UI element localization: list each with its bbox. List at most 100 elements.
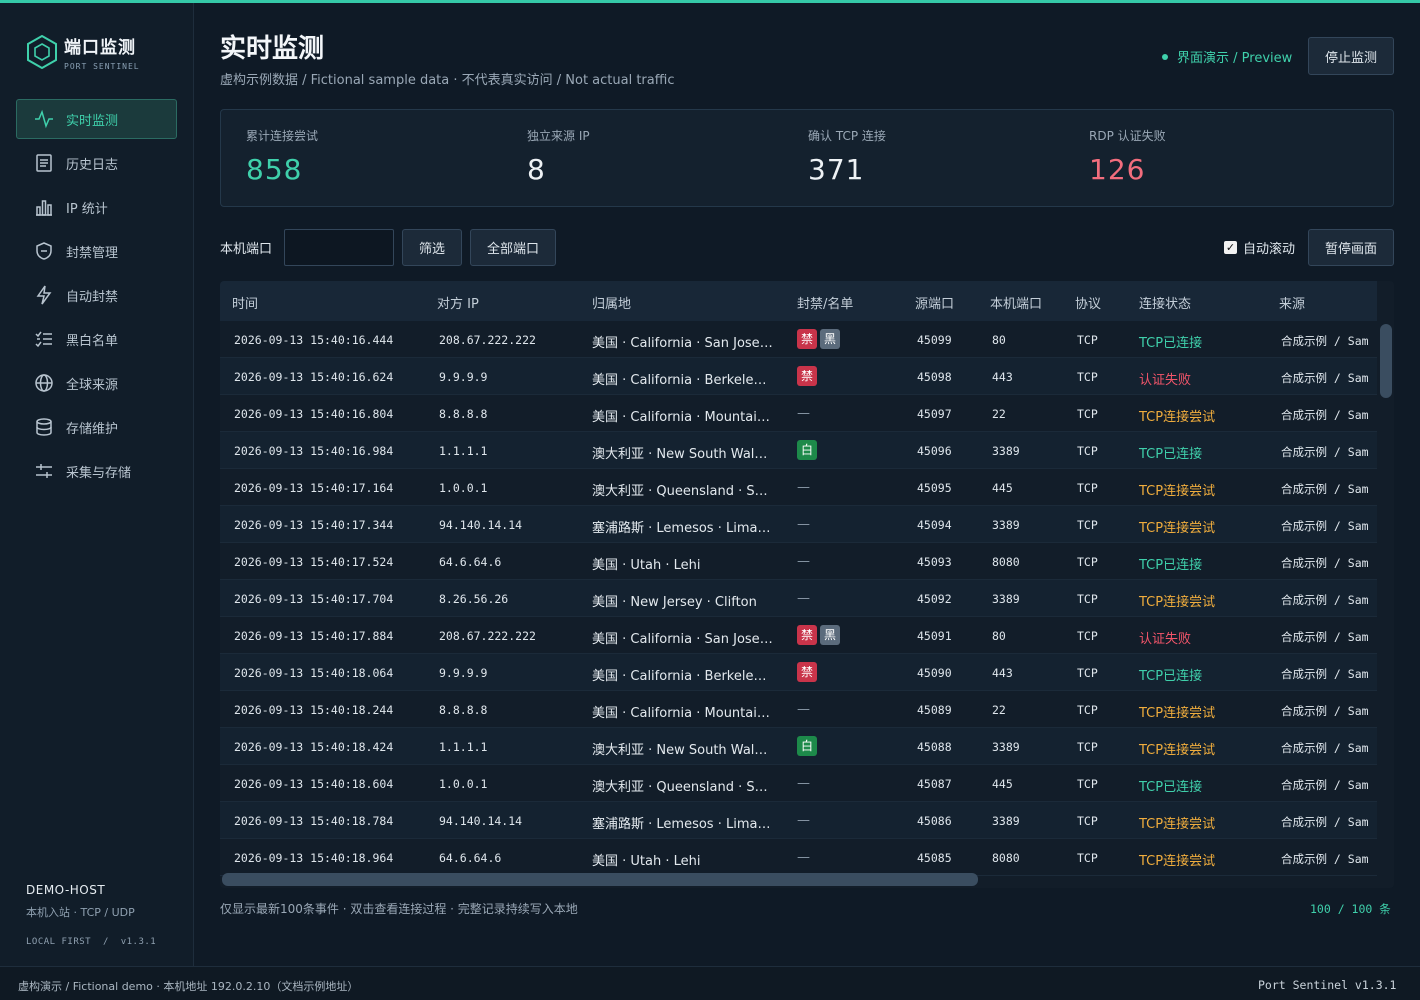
sidebar: 端口监测 PORT SENTINEL 实时监测 历史日志 IP 统计 封禁管理 … <box>0 3 194 966</box>
cell-ip: 1.0.0.1 <box>439 777 488 791</box>
cell-ip: 64.6.64.6 <box>439 555 502 569</box>
cell-time: 2026-09-13 15:40:16.984 <box>234 444 394 458</box>
column-header-location[interactable]: 归属地 <box>592 293 631 312</box>
cell-location: 澳大利亚 · New South Wale... <box>592 447 774 462</box>
sidebar-item-auto-ban[interactable]: 自动封禁 <box>16 275 177 315</box>
events-table: 时间 对方 IP 归属地 封禁/名单 源端口 本机端口 协议 连接状态 来源 2… <box>220 281 1394 888</box>
all-ports-button[interactable]: 全部端口 <box>470 229 556 266</box>
column-header-tags[interactable]: 封禁/名单 <box>797 293 853 312</box>
table-row[interactable]: 2026-09-13 15:40:16.804 8.8.8.8 美国 · Calif… <box>220 395 1377 432</box>
cell-status: TCP连接尝试 <box>1139 484 1216 499</box>
table-row[interactable]: 2026-09-13 15:40:18.784 94.140.14.14 塞浦路斯 … <box>220 802 1377 839</box>
sidebar-item-label: 存储维护 <box>66 421 119 437</box>
horizontal-scrollbar-thumb[interactable] <box>222 873 978 886</box>
cell-status: 认证失败 <box>1139 373 1192 388</box>
app-name: 端口监测 <box>64 38 136 58</box>
stat-value: 371 <box>808 153 865 186</box>
cell-ip: 1.1.1.1 <box>439 444 488 458</box>
cell-status: TCP连接尝试 <box>1139 706 1216 721</box>
table-row[interactable]: 2026-09-13 15:40:18.244 8.8.8.8 美国 · Calif… <box>220 691 1377 728</box>
table-row[interactable]: 2026-09-13 15:40:16.984 1.1.1.1 澳大利亚 · New… <box>220 432 1377 469</box>
host-name: DEMO-HOST <box>26 883 106 897</box>
table-row[interactable]: 2026-09-13 15:40:17.704 8.26.56.26 美国 · Ne… <box>220 580 1377 617</box>
cell-source: 合成示例 / Sam <box>1281 445 1369 459</box>
cell-time: 2026-09-13 15:40:16.444 <box>234 333 394 347</box>
cell-ip: 8.8.8.8 <box>439 407 488 421</box>
filter-button[interactable]: 筛选 <box>402 229 462 266</box>
column-header-status[interactable]: 连接状态 <box>1139 293 1191 312</box>
table-row[interactable]: 2026-09-13 15:40:18.964 64.6.64.6 美国 · Uta… <box>220 839 1377 876</box>
cell-source: 合成示例 / Sam <box>1281 334 1369 348</box>
cell-time: 2026-09-13 15:40:18.964 <box>234 851 394 865</box>
stat-unique-ip: 独立来源 IP 8 <box>527 127 590 186</box>
table-row[interactable]: 2026-09-13 15:40:17.344 94.140.14.14 塞浦路斯 … <box>220 506 1377 543</box>
sidebar-item-ban-manage[interactable]: 封禁管理 <box>16 231 177 271</box>
pause-view-button[interactable]: 暂停画面 <box>1308 229 1394 266</box>
checkbox-checked-icon[interactable]: ✓ <box>1224 241 1237 254</box>
table-row[interactable]: 2026-09-13 15:40:18.064 9.9.9.9 美国 · Calif… <box>220 654 1377 691</box>
sidebar-item-blackwhite-list[interactable]: 黑白名单 <box>16 319 177 359</box>
accent-bar <box>0 0 1420 3</box>
cell-time: 2026-09-13 15:40:17.704 <box>234 592 394 606</box>
cell-local-port: 22 <box>992 703 1006 717</box>
cell-status: TCP连接尝试 <box>1139 410 1216 425</box>
lightning-icon <box>34 285 54 305</box>
cell-location: 澳大利亚 · New South Wale... <box>592 743 774 758</box>
cell-location: 美国 · New Jersey · Clifton <box>592 595 757 610</box>
sidebar-item-label: 历史日志 <box>66 157 119 173</box>
cell-source-port: 45092 <box>917 592 952 606</box>
column-header-source-port[interactable]: 源端口 <box>915 293 954 312</box>
stat-total-attempts: 累计连接尝试 858 <box>246 127 318 186</box>
vertical-scrollbar-thumb[interactable] <box>1380 324 1392 398</box>
cell-ip: 208.67.222.222 <box>439 333 536 347</box>
sliders-icon <box>34 461 54 481</box>
cell-local-port: 80 <box>992 629 1006 643</box>
stop-monitor-button[interactable]: 停止监测 <box>1308 37 1394 75</box>
cell-location: 美国 · California · San Jose (... <box>592 632 774 647</box>
sidebar-item-global-source[interactable]: 全球来源 <box>16 363 177 403</box>
preview-indicator: 界面演示 / Preview <box>1162 47 1292 66</box>
cell-ip: 1.1.1.1 <box>439 740 488 754</box>
column-header-local-port[interactable]: 本机端口 <box>990 293 1042 312</box>
cell-local-port: 3389 <box>992 592 1020 606</box>
cell-source: 合成示例 / Sam <box>1281 482 1369 496</box>
cell-time: 2026-09-13 15:40:16.624 <box>234 370 394 384</box>
ban-badge: 禁 <box>797 329 817 349</box>
cell-source: 合成示例 / Sam <box>1281 704 1369 718</box>
table-footnote: 仅显示最新100条事件 · 双击查看连接过程 · 完整记录持续写入本地 <box>220 902 578 916</box>
cell-protocol: TCP <box>1077 777 1098 791</box>
sidebar-item-history[interactable]: 历史日志 <box>16 143 177 183</box>
table-row[interactable]: 2026-09-13 15:40:17.884 208.67.222.222 美国 … <box>220 617 1377 654</box>
cell-location: 塞浦路斯 · Lemesos · Limassol <box>592 521 774 536</box>
table-row[interactable]: 2026-09-13 15:40:17.524 64.6.64.6 美国 · Uta… <box>220 543 1377 580</box>
cell-tags: 禁黑 <box>797 329 843 349</box>
cell-time: 2026-09-13 15:40:18.424 <box>234 740 394 754</box>
cell-status: 认证失败 <box>1139 632 1192 647</box>
table-row[interactable]: 2026-09-13 15:40:18.424 1.1.1.1 澳大利亚 · New… <box>220 728 1377 765</box>
sidebar-item-collect[interactable]: 采集与存储 <box>16 451 177 491</box>
cell-protocol: TCP <box>1077 518 1098 532</box>
page-subtitle: 虚构示例数据 / Fictional sample data · 不代表真实访问… <box>220 73 675 88</box>
document-icon <box>34 153 54 173</box>
table-row[interactable]: 2026-09-13 15:40:17.164 1.0.0.1 澳大利亚 · Que… <box>220 469 1377 506</box>
host-version: LOCAL FIRST / v1.3.1 <box>26 937 157 947</box>
sidebar-item-storage[interactable]: 存储维护 <box>16 407 177 447</box>
column-header-time[interactable]: 时间 <box>232 293 258 312</box>
table-row[interactable]: 2026-09-13 15:40:18.604 1.0.0.1 澳大利亚 · Que… <box>220 765 1377 802</box>
table-row[interactable]: 2026-09-13 15:40:16.624 9.9.9.9 美国 · Calif… <box>220 358 1377 395</box>
port-filter-input[interactable] <box>284 229 394 266</box>
preview-label: 界面演示 / Preview <box>1177 51 1293 66</box>
sidebar-item-ip-stats[interactable]: IP 统计 <box>16 187 177 227</box>
sidebar-item-realtime[interactable]: 实时监测 <box>16 99 177 139</box>
cell-source-port: 45085 <box>917 851 952 865</box>
cell-local-port: 445 <box>992 481 1013 495</box>
sidebar-nav: 实时监测 历史日志 IP 统计 封禁管理 自动封禁 黑白名单 全球来源 存储维护… <box>16 99 177 495</box>
table-body: 2026-09-13 15:40:16.444 208.67.222.222 美国 … <box>220 321 1377 876</box>
cell-tags: 白 <box>797 736 820 756</box>
column-header-source[interactable]: 来源 <box>1279 293 1305 312</box>
table-row[interactable]: 2026-09-13 15:40:16.444 208.67.222.222 美国 … <box>220 321 1377 358</box>
column-header-protocol[interactable]: 协议 <box>1075 293 1101 312</box>
auto-scroll-toggle[interactable]: ✓ 自动滚动 <box>1224 238 1295 257</box>
cell-tags: 禁 <box>797 366 820 386</box>
column-header-ip[interactable]: 对方 IP <box>437 293 479 312</box>
